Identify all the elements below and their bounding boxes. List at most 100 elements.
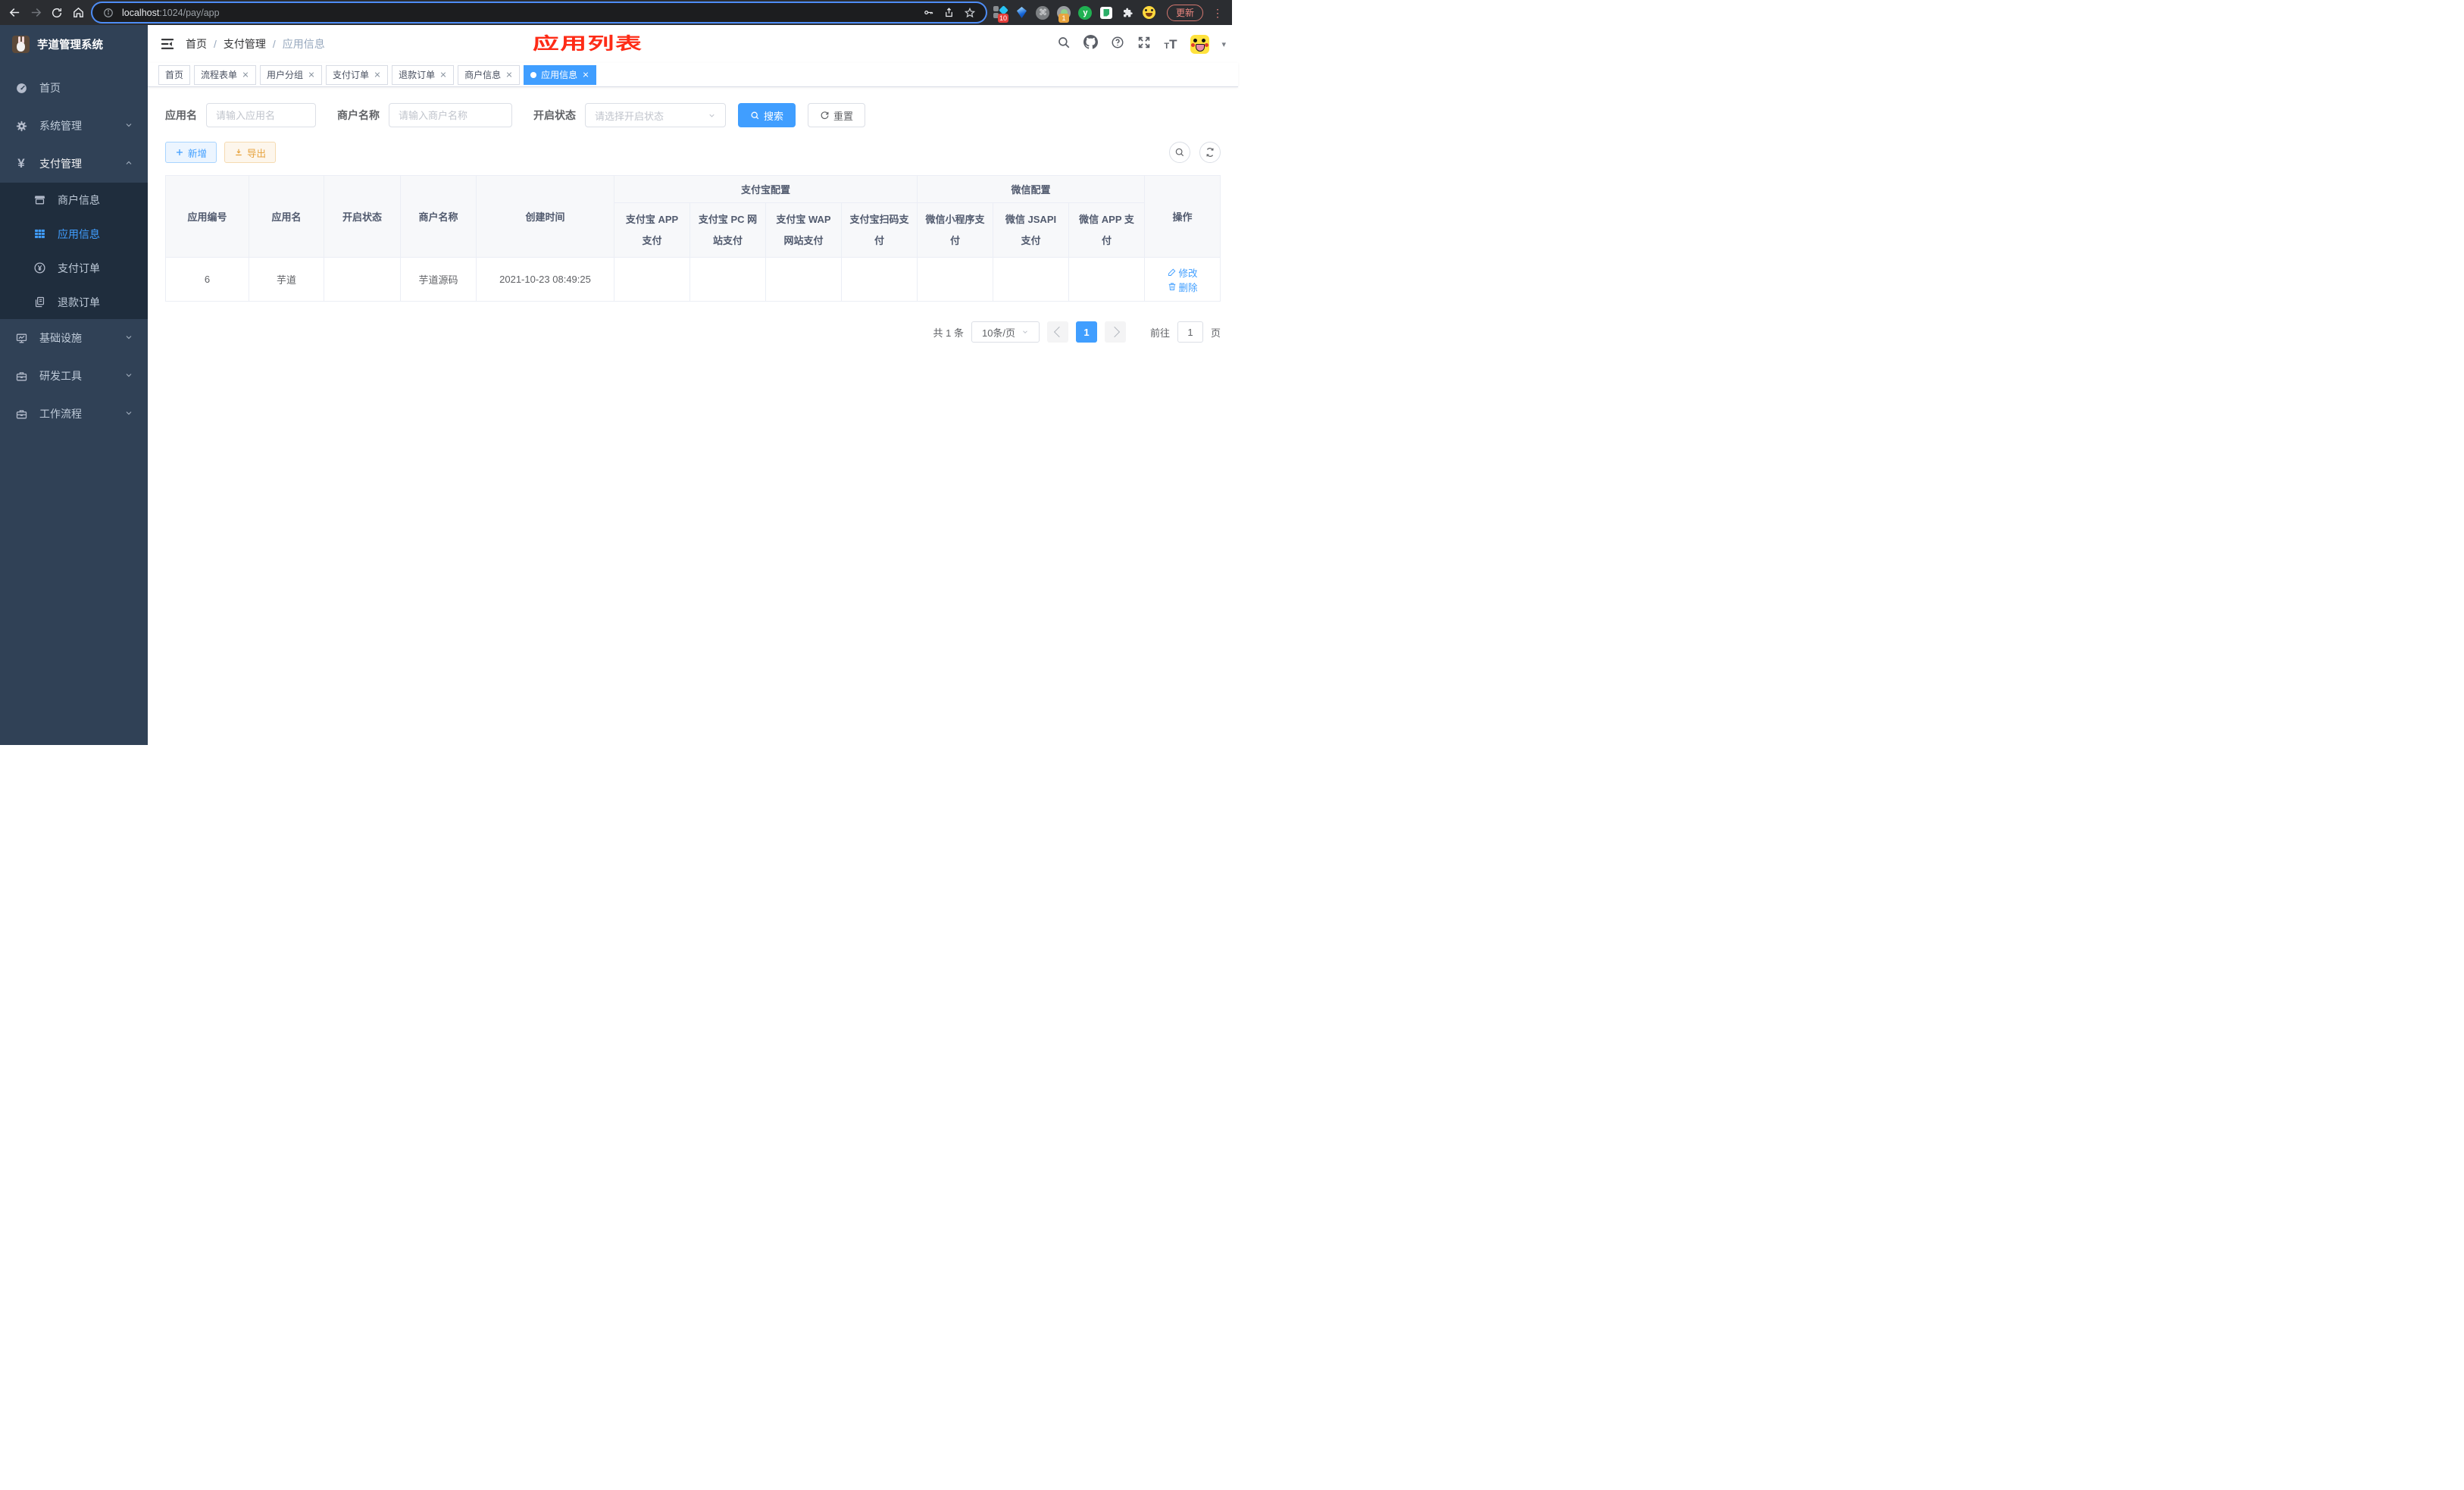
app-name-label: 应用名 (165, 109, 197, 121)
url-text: localhost:1024/pay/app (122, 7, 220, 18)
user-avatar[interactable] (1190, 34, 1209, 54)
search-icon (751, 111, 759, 119)
merchant-name-label: 商户名称 (337, 109, 380, 121)
breadcrumb-payment[interactable]: 支付管理 (224, 36, 266, 52)
tag-pay-order[interactable]: 支付订单 (326, 64, 389, 85)
bookmark-star-icon[interactable] (963, 6, 977, 20)
sidebar-item-home[interactable]: 首页 (0, 69, 148, 107)
help-icon[interactable] (1111, 36, 1124, 53)
refresh-icon (821, 111, 829, 119)
sidebar-item-system[interactable]: 系统管理 (0, 107, 148, 145)
total-count: 共 1 条 (933, 327, 965, 339)
tag-app-info[interactable]: 应用信息 (524, 64, 597, 85)
browser-menu-icon[interactable]: ⋮ (1211, 8, 1224, 18)
sidebar-logo-row[interactable]: 芋道管理系统 (0, 25, 148, 63)
sidebar-item-payment[interactable]: ¥ 支付管理 (0, 145, 148, 183)
open-status-label: 开启状态 (533, 109, 576, 121)
share-icon[interactable] (943, 6, 956, 20)
password-key-icon[interactable] (922, 6, 936, 20)
close-icon[interactable] (308, 71, 315, 79)
storefront-icon (33, 193, 46, 207)
tag-merchant-info[interactable]: 商户信息 (458, 64, 521, 85)
avatar-caret-icon[interactable]: ▾ (1222, 39, 1227, 49)
extension-command-icon[interactable]: ⌘ (1036, 5, 1050, 20)
edit-icon (1168, 268, 1175, 276)
col-alipay-wap: 支付宝 WAP 网站支付 (765, 202, 842, 258)
goto-page-input[interactable] (1177, 321, 1204, 343)
add-button[interactable]: 新增 (165, 142, 217, 163)
refresh-icon (1206, 148, 1214, 157)
fullscreen-icon[interactable] (1137, 36, 1151, 53)
back-icon[interactable] (8, 6, 21, 20)
font-size-icon[interactable]: TT (1164, 38, 1177, 51)
extension-camera-icon[interactable]: 1 (1057, 5, 1071, 23)
extension-y-icon[interactable]: y (1078, 5, 1093, 20)
chevron-down-icon (124, 120, 133, 132)
breadcrumb-home[interactable]: 首页 (186, 36, 207, 52)
tag-refund-order[interactable]: 退款订单 (392, 64, 455, 85)
close-icon[interactable] (505, 71, 513, 79)
breadcrumb-current: 应用信息 (282, 38, 325, 50)
sidebar-collapse-icon[interactable] (160, 36, 175, 52)
sidebar-item-workflow[interactable]: 工作流程 (0, 395, 148, 433)
close-icon[interactable] (242, 71, 249, 79)
search-button[interactable]: 搜索 (738, 103, 796, 127)
app-name-input[interactable] (206, 103, 316, 127)
reset-button[interactable]: 重置 (808, 103, 866, 127)
table-refresh-button[interactable] (1199, 142, 1221, 163)
export-button[interactable]: 导出 (224, 142, 277, 163)
forward-icon[interactable] (29, 6, 42, 20)
home-icon[interactable] (71, 6, 85, 20)
merchant-name-input[interactable] (389, 103, 512, 127)
chevron-up-icon (124, 158, 133, 170)
extension-devtools-icon[interactable]: 10 (993, 5, 1008, 23)
col-actions: 操作 (1144, 175, 1221, 258)
app-title: 芋道管理系统 (37, 39, 103, 52)
briefcase-icon (14, 407, 28, 421)
cell-create-time: 2021-10-23 08:49:25 (476, 257, 614, 302)
chevron-down-icon (1023, 330, 1027, 333)
col-open-status: 开启状态 (324, 175, 401, 258)
gear-icon (14, 119, 28, 133)
extension-doc-icon[interactable] (1099, 5, 1114, 20)
edit-link[interactable]: 修改 (1168, 265, 1198, 280)
browser-toolbar: localhost:1024/pay/app 10 ⌘ 1 y 更新 ⋮ (0, 0, 1232, 25)
next-page-button[interactable] (1105, 321, 1127, 343)
sidebar-item-app-info[interactable]: 应用信息 (0, 217, 148, 251)
tag-home[interactable]: 首页 (158, 64, 191, 85)
extension-gem-icon[interactable] (1015, 5, 1029, 20)
top-navbar: 首页 / 支付管理 / 应用信息 TT ▾ (148, 25, 1238, 63)
chevron-down-icon (124, 332, 133, 344)
document-icon (33, 296, 46, 309)
prev-page-button[interactable] (1047, 321, 1069, 343)
sidebar-item-infra[interactable]: 基础设施 (0, 319, 148, 357)
reload-icon[interactable] (50, 6, 64, 20)
browser-profile-avatar[interactable] (1142, 5, 1156, 20)
close-icon[interactable] (374, 71, 381, 79)
chrome-update-button[interactable]: 更新 (1166, 4, 1203, 21)
github-icon[interactable] (1083, 35, 1099, 53)
breadcrumb: 首页 / 支付管理 / 应用信息 (186, 36, 325, 52)
sidebar-item-merchant-info[interactable]: 商户信息 (0, 183, 148, 217)
sidebar-item-devtools[interactable]: 研发工具 (0, 357, 148, 395)
sidebar-item-pay-order[interactable]: 支付订单 (0, 251, 148, 285)
close-icon[interactable] (439, 71, 447, 79)
page-size-select[interactable]: 10条/页 (971, 321, 1040, 343)
tag-process-form[interactable]: 流程表单 (194, 64, 257, 85)
current-page[interactable]: 1 (1076, 321, 1098, 343)
table-search-toggle-button[interactable] (1169, 142, 1191, 163)
sidebar-item-refund-order[interactable]: 退款订单 (0, 285, 148, 319)
tag-user-group[interactable]: 用户分组 (260, 64, 323, 85)
extension-camera-badge: 1 (1058, 14, 1069, 23)
chevron-down-icon (124, 408, 133, 420)
monitor-icon (14, 331, 28, 345)
delete-link[interactable]: 删除 (1168, 280, 1198, 294)
close-icon[interactable] (582, 71, 589, 79)
extensions-puzzle-icon[interactable] (1121, 5, 1135, 20)
open-status-select[interactable]: 请选择开启状态 (585, 103, 726, 127)
download-icon (236, 149, 242, 156)
site-info-icon[interactable] (102, 6, 115, 20)
col-alipay-qr: 支付宝扫码支付 (840, 202, 918, 258)
header-search-icon[interactable] (1057, 36, 1071, 53)
url-bar[interactable]: localhost:1024/pay/app (92, 3, 986, 22)
